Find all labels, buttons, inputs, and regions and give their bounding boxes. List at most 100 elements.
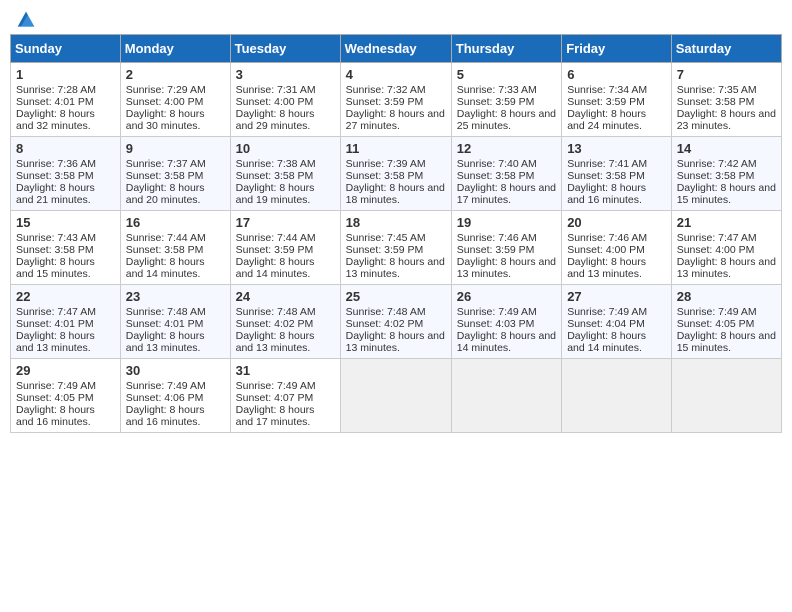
day-number: 21 [677, 215, 776, 230]
sunset-label: Sunset: 3:59 PM [236, 244, 314, 256]
day-number: 6 [567, 67, 666, 82]
sunset-label: Sunset: 3:58 PM [567, 170, 645, 182]
sunrise-label: Sunrise: 7:48 AM [126, 306, 206, 318]
sunrise-label: Sunrise: 7:36 AM [16, 158, 96, 170]
daylight-label: Daylight: 8 hours and 32 minutes. [16, 108, 95, 132]
daylight-label: Daylight: 8 hours and 16 minutes. [16, 404, 95, 428]
calendar-cell: 8 Sunrise: 7:36 AM Sunset: 3:58 PM Dayli… [11, 137, 121, 211]
sunrise-label: Sunrise: 7:35 AM [677, 84, 757, 96]
daylight-label: Daylight: 8 hours and 16 minutes. [126, 404, 205, 428]
sunset-label: Sunset: 3:58 PM [16, 244, 94, 256]
sunset-label: Sunset: 4:05 PM [677, 318, 755, 330]
calendar-cell: 5 Sunrise: 7:33 AM Sunset: 3:59 PM Dayli… [451, 63, 561, 137]
sunset-label: Sunset: 4:06 PM [126, 392, 204, 404]
day-number: 20 [567, 215, 666, 230]
sunset-label: Sunset: 4:07 PM [236, 392, 314, 404]
sunrise-label: Sunrise: 7:47 AM [677, 232, 757, 244]
daylight-label: Daylight: 8 hours and 30 minutes. [126, 108, 205, 132]
sunset-label: Sunset: 3:58 PM [677, 96, 755, 108]
sunset-label: Sunset: 3:58 PM [677, 170, 755, 182]
sunset-label: Sunset: 3:59 PM [346, 96, 424, 108]
sunrise-label: Sunrise: 7:49 AM [567, 306, 647, 318]
sunrise-label: Sunrise: 7:40 AM [457, 158, 537, 170]
calendar-week-row: 29 Sunrise: 7:49 AM Sunset: 4:05 PM Dayl… [11, 359, 782, 433]
day-number: 26 [457, 289, 556, 304]
sunrise-label: Sunrise: 7:37 AM [126, 158, 206, 170]
sunrise-label: Sunrise: 7:44 AM [236, 232, 316, 244]
sunrise-label: Sunrise: 7:49 AM [126, 380, 206, 392]
daylight-label: Daylight: 8 hours and 16 minutes. [567, 182, 646, 206]
day-number: 1 [16, 67, 115, 82]
day-number: 5 [457, 67, 556, 82]
calendar-cell: 4 Sunrise: 7:32 AM Sunset: 3:59 PM Dayli… [340, 63, 451, 137]
sunrise-label: Sunrise: 7:48 AM [236, 306, 316, 318]
sunset-label: Sunset: 4:04 PM [567, 318, 645, 330]
calendar-cell: 26 Sunrise: 7:49 AM Sunset: 4:03 PM Dayl… [451, 285, 561, 359]
calendar-cell: 24 Sunrise: 7:48 AM Sunset: 4:02 PM Dayl… [230, 285, 340, 359]
sunset-label: Sunset: 3:59 PM [457, 244, 535, 256]
day-number: 10 [236, 141, 335, 156]
daylight-label: Daylight: 8 hours and 17 minutes. [236, 404, 315, 428]
daylight-label: Daylight: 8 hours and 15 minutes. [16, 256, 95, 280]
calendar-cell: 31 Sunrise: 7:49 AM Sunset: 4:07 PM Dayl… [230, 359, 340, 433]
sunset-label: Sunset: 4:01 PM [16, 96, 94, 108]
day-number: 23 [126, 289, 225, 304]
day-number: 4 [346, 67, 446, 82]
sunrise-label: Sunrise: 7:48 AM [346, 306, 426, 318]
daylight-label: Daylight: 8 hours and 18 minutes. [346, 182, 445, 206]
calendar-cell: 2 Sunrise: 7:29 AM Sunset: 4:00 PM Dayli… [120, 63, 230, 137]
daylight-label: Daylight: 8 hours and 27 minutes. [346, 108, 445, 132]
daylight-label: Daylight: 8 hours and 13 minutes. [677, 256, 776, 280]
sunset-label: Sunset: 4:00 PM [236, 96, 314, 108]
sunset-label: Sunset: 3:59 PM [457, 96, 535, 108]
sunrise-label: Sunrise: 7:31 AM [236, 84, 316, 96]
calendar-cell [671, 359, 781, 433]
daylight-label: Daylight: 8 hours and 14 minutes. [567, 330, 646, 354]
calendar-cell: 11 Sunrise: 7:39 AM Sunset: 3:58 PM Dayl… [340, 137, 451, 211]
sunrise-label: Sunrise: 7:38 AM [236, 158, 316, 170]
day-number: 16 [126, 215, 225, 230]
sunset-label: Sunset: 3:59 PM [346, 244, 424, 256]
calendar-week-row: 1 Sunrise: 7:28 AM Sunset: 4:01 PM Dayli… [11, 63, 782, 137]
calendar-cell: 1 Sunrise: 7:28 AM Sunset: 4:01 PM Dayli… [11, 63, 121, 137]
page-header [10, 10, 782, 26]
calendar-cell: 22 Sunrise: 7:47 AM Sunset: 4:01 PM Dayl… [11, 285, 121, 359]
daylight-label: Daylight: 8 hours and 13 minutes. [567, 256, 646, 280]
calendar-header-thursday: Thursday [451, 35, 561, 63]
sunset-label: Sunset: 4:03 PM [457, 318, 535, 330]
daylight-label: Daylight: 8 hours and 13 minutes. [346, 256, 445, 280]
day-number: 17 [236, 215, 335, 230]
day-number: 27 [567, 289, 666, 304]
sunrise-label: Sunrise: 7:34 AM [567, 84, 647, 96]
calendar-cell [451, 359, 561, 433]
day-number: 29 [16, 363, 115, 378]
calendar-cell [340, 359, 451, 433]
sunset-label: Sunset: 4:00 PM [677, 244, 755, 256]
sunrise-label: Sunrise: 7:45 AM [346, 232, 426, 244]
day-number: 28 [677, 289, 776, 304]
daylight-label: Daylight: 8 hours and 13 minutes. [346, 330, 445, 354]
calendar-week-row: 8 Sunrise: 7:36 AM Sunset: 3:58 PM Dayli… [11, 137, 782, 211]
sunset-label: Sunset: 3:58 PM [236, 170, 314, 182]
sunrise-label: Sunrise: 7:42 AM [677, 158, 757, 170]
day-number: 12 [457, 141, 556, 156]
day-number: 19 [457, 215, 556, 230]
sunrise-label: Sunrise: 7:47 AM [16, 306, 96, 318]
day-number: 18 [346, 215, 446, 230]
sunrise-label: Sunrise: 7:49 AM [16, 380, 96, 392]
sunset-label: Sunset: 4:05 PM [16, 392, 94, 404]
sunrise-label: Sunrise: 7:49 AM [457, 306, 537, 318]
calendar-cell: 10 Sunrise: 7:38 AM Sunset: 3:58 PM Dayl… [230, 137, 340, 211]
calendar-cell: 18 Sunrise: 7:45 AM Sunset: 3:59 PM Dayl… [340, 211, 451, 285]
sunrise-label: Sunrise: 7:32 AM [346, 84, 426, 96]
sunset-label: Sunset: 3:58 PM [457, 170, 535, 182]
sunrise-label: Sunrise: 7:49 AM [677, 306, 757, 318]
day-number: 25 [346, 289, 446, 304]
calendar-cell [562, 359, 672, 433]
day-number: 7 [677, 67, 776, 82]
day-number: 24 [236, 289, 335, 304]
calendar-cell: 21 Sunrise: 7:47 AM Sunset: 4:00 PM Dayl… [671, 211, 781, 285]
calendar-cell: 16 Sunrise: 7:44 AM Sunset: 3:58 PM Dayl… [120, 211, 230, 285]
daylight-label: Daylight: 8 hours and 20 minutes. [126, 182, 205, 206]
sunset-label: Sunset: 4:02 PM [236, 318, 314, 330]
